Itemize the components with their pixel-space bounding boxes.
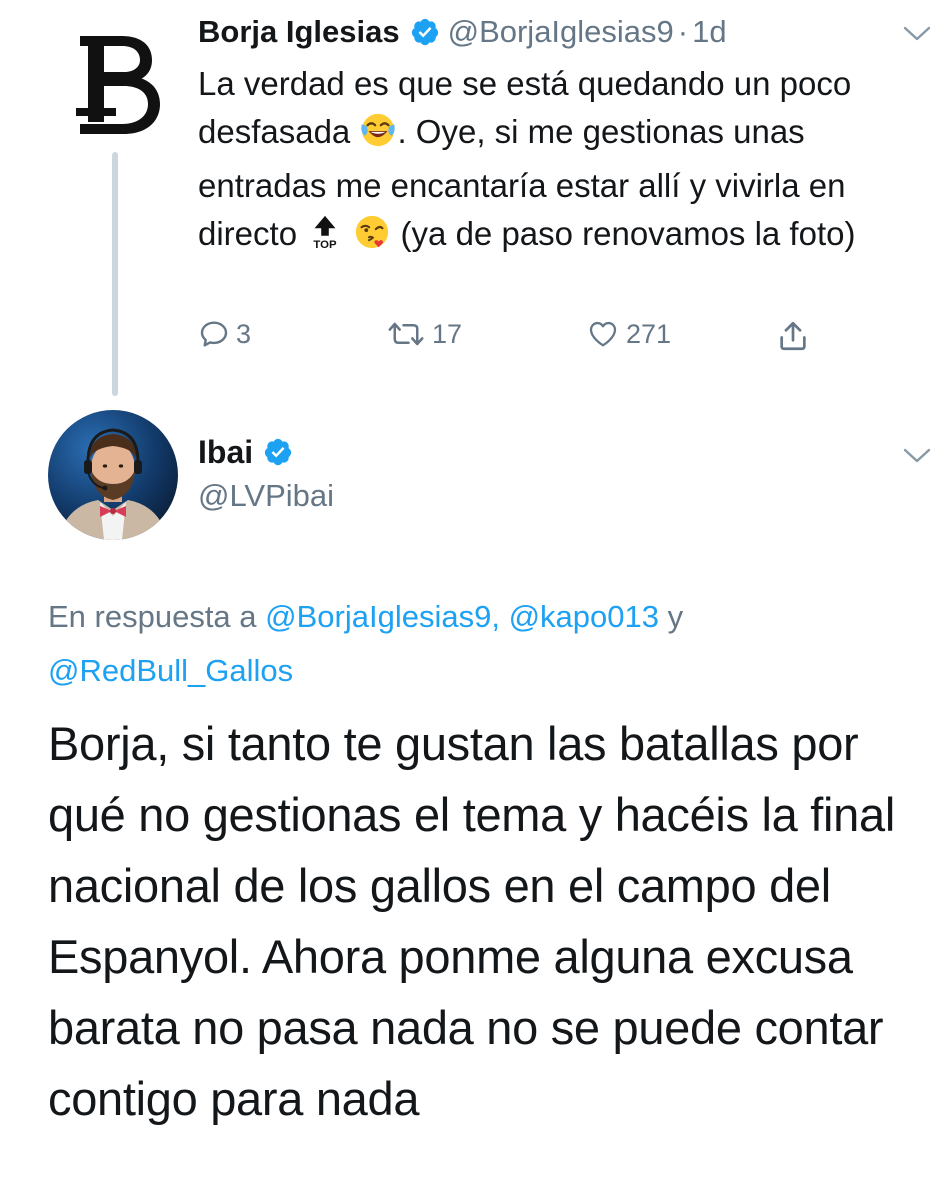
reply-tweet-header: Ibai bbox=[198, 430, 301, 474]
in-reply-conjunction: y bbox=[659, 599, 684, 634]
chevron-down-icon[interactable] bbox=[902, 446, 932, 466]
author-name[interactable]: Ibai bbox=[198, 434, 253, 471]
heart-icon bbox=[589, 321, 617, 347]
top-arrow-emoji-icon: TOP bbox=[306, 213, 344, 264]
like-button[interactable]: 271 bbox=[586, 318, 671, 350]
tweet-text-part: (ya de paso renovamos la foto) bbox=[391, 215, 856, 252]
face-blowing-kiss-emoji-icon bbox=[353, 213, 391, 264]
like-count: 271 bbox=[626, 318, 672, 349]
verified-badge-icon bbox=[263, 437, 293, 467]
retweet-count: 17 bbox=[432, 318, 463, 349]
reply-count: 3 bbox=[236, 318, 252, 349]
parent-tweet-text: La verdad es que se está quedando un poc… bbox=[198, 60, 928, 264]
mention-link[interactable]: @BorjaIglesias9, bbox=[265, 599, 500, 634]
b-logo-icon bbox=[76, 36, 160, 134]
share-button[interactable] bbox=[776, 318, 810, 354]
share-icon bbox=[780, 321, 806, 351]
mention-link[interactable]: @RedBull_Gallos bbox=[48, 653, 293, 688]
chevron-down-icon[interactable] bbox=[902, 24, 932, 44]
reply-button[interactable]: 3 bbox=[198, 318, 251, 350]
retweet-button[interactable]: 17 bbox=[386, 318, 462, 350]
author-handle[interactable]: @LVPibai bbox=[198, 478, 334, 514]
retweet-icon bbox=[388, 322, 424, 346]
tweet-actions: 3 17 271 bbox=[198, 318, 838, 362]
reply-icon bbox=[200, 321, 228, 347]
in-reply-prefix: En respuesta a bbox=[48, 599, 266, 634]
top-emoji-label: TOP bbox=[314, 239, 338, 251]
reply-tweet-text: Borja, si tanto te gustan las batallas p… bbox=[48, 717, 895, 1125]
tweet-time[interactable]: 1d bbox=[692, 14, 726, 50]
tears-of-joy-emoji-icon bbox=[359, 111, 397, 162]
thread-line bbox=[112, 152, 118, 396]
borja-logo-avatar[interactable] bbox=[60, 12, 170, 142]
author-name[interactable]: Borja Iglesias bbox=[198, 14, 400, 50]
verified-badge-icon bbox=[410, 17, 440, 47]
mention-link[interactable]: @kapo013 bbox=[509, 599, 659, 634]
parent-tweet-header: Borja Iglesias @BorjaIglesias9 · 1d bbox=[198, 10, 727, 54]
author-handle[interactable]: @BorjaIglesias9 bbox=[448, 14, 674, 50]
separator-dot: · bbox=[677, 14, 689, 49]
avatar[interactable] bbox=[48, 410, 178, 540]
ibai-avatar-photo bbox=[48, 410, 178, 540]
in-reply-to: En respuesta a @BorjaIglesias9, @kapo013… bbox=[48, 590, 918, 698]
